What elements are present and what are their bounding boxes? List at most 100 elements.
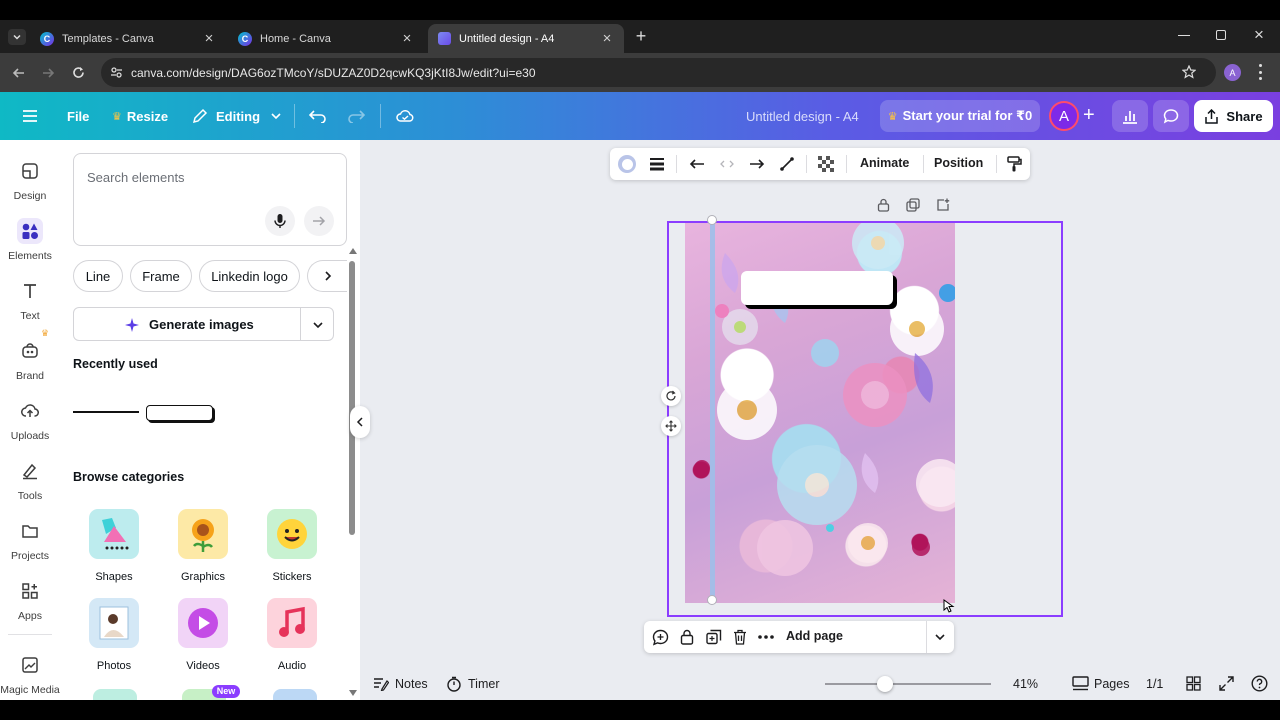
file-menu-button[interactable]: File bbox=[67, 92, 89, 140]
main-menu-button[interactable] bbox=[22, 92, 38, 140]
comments-button[interactable] bbox=[1153, 100, 1189, 132]
rail-item-tools[interactable]: Tools bbox=[0, 458, 60, 514]
tab-list-button[interactable] bbox=[8, 29, 26, 45]
editing-mode-button[interactable]: Editing bbox=[192, 92, 282, 140]
copy-style-button[interactable] bbox=[1004, 154, 1024, 174]
category-photos[interactable]: Photos bbox=[74, 594, 154, 680]
duplicate-button[interactable] bbox=[704, 627, 724, 647]
scroll-up-arrow-icon[interactable] bbox=[349, 248, 357, 254]
rail-item-brand[interactable]: Brand ♛ bbox=[0, 328, 60, 394]
panel-scrollbar-track[interactable] bbox=[349, 248, 357, 698]
line-type-button[interactable] bbox=[777, 154, 797, 174]
url-field[interactable]: canva.com/design/DAG6ozTMcoY/sDUZAZ0D2qc… bbox=[101, 58, 1216, 87]
browser-menu-icon[interactable] bbox=[1259, 64, 1263, 80]
chevron-down-icon[interactable] bbox=[312, 319, 324, 331]
line-weight-button[interactable] bbox=[647, 154, 667, 174]
close-icon[interactable]: × bbox=[600, 31, 614, 46]
browser-tab-active[interactable]: Untitled design - A4 × bbox=[428, 24, 624, 53]
undo-button[interactable] bbox=[309, 92, 327, 140]
rail-item-apps[interactable]: Apps bbox=[0, 578, 60, 634]
chips-scroll-right-button[interactable] bbox=[307, 260, 347, 292]
line-color-button[interactable] bbox=[617, 154, 637, 174]
back-arrow-icon[interactable] bbox=[12, 66, 26, 80]
user-avatar[interactable]: A bbox=[1049, 101, 1079, 131]
page-count[interactable]: 1/1 bbox=[1146, 677, 1163, 691]
fullscreen-icon[interactable] bbox=[1219, 676, 1234, 691]
search-submit-button[interactable] bbox=[304, 206, 334, 236]
site-settings-icon[interactable] bbox=[110, 66, 123, 79]
rail-item-projects[interactable]: Projects bbox=[0, 518, 60, 574]
next-category-thumbnail[interactable] bbox=[93, 689, 137, 700]
invite-button[interactable]: + bbox=[1083, 104, 1095, 126]
duplicate-page-button[interactable] bbox=[905, 197, 921, 213]
pages-button[interactable]: Pages bbox=[1094, 677, 1129, 691]
grid-view-icon[interactable] bbox=[1186, 676, 1201, 691]
notes-icon[interactable] bbox=[373, 677, 389, 691]
white-text-box-shape[interactable] bbox=[741, 271, 893, 305]
help-icon[interactable] bbox=[1251, 675, 1268, 692]
rail-item-design[interactable]: Design bbox=[0, 158, 60, 214]
category-graphics[interactable]: Graphics bbox=[163, 505, 243, 591]
minimize-button[interactable] bbox=[1178, 35, 1190, 36]
lock-page-button[interactable] bbox=[875, 197, 891, 213]
suggestion-chip[interactable]: Line bbox=[73, 260, 123, 292]
add-comment-button[interactable] bbox=[650, 627, 670, 647]
share-button[interactable]: Share bbox=[1194, 100, 1273, 132]
next-category-thumbnail[interactable] bbox=[273, 689, 317, 700]
close-icon[interactable]: × bbox=[202, 31, 216, 46]
bookmark-star-icon[interactable] bbox=[1182, 65, 1196, 79]
line-start-button[interactable] bbox=[687, 154, 707, 174]
resize-button[interactable]: ♛ Resize bbox=[112, 92, 168, 140]
rotate-handle[interactable] bbox=[661, 386, 681, 406]
forward-arrow-icon[interactable] bbox=[41, 66, 55, 80]
category-stickers[interactable]: Stickers bbox=[252, 505, 332, 591]
browser-tab[interactable]: C Templates - Canva × bbox=[30, 24, 226, 53]
timer-button[interactable]: Timer bbox=[468, 677, 499, 691]
voice-search-button[interactable] bbox=[265, 206, 295, 236]
browser-tab[interactable]: C Home - Canva × bbox=[228, 24, 424, 53]
zoom-slider-handle[interactable] bbox=[877, 676, 893, 692]
rail-item-text[interactable]: Text bbox=[0, 278, 60, 334]
profile-avatar[interactable]: A bbox=[1224, 64, 1241, 81]
reload-icon[interactable] bbox=[71, 65, 86, 80]
zoom-level[interactable]: 41% bbox=[1013, 677, 1038, 691]
insights-button[interactable] bbox=[1112, 100, 1148, 132]
close-icon[interactable]: × bbox=[400, 31, 414, 46]
line-start-handle[interactable] bbox=[707, 215, 717, 225]
search-elements-field[interactable]: Search elements bbox=[73, 153, 347, 246]
category-videos[interactable]: Videos bbox=[163, 594, 243, 680]
move-handle[interactable] bbox=[661, 416, 681, 436]
redo-button[interactable] bbox=[347, 92, 365, 140]
swap-ends-button[interactable] bbox=[717, 154, 737, 174]
selected-line-element[interactable] bbox=[710, 220, 715, 600]
pages-icon[interactable] bbox=[1072, 676, 1089, 692]
add-page-button[interactable]: Add page bbox=[786, 629, 843, 643]
close-window-button[interactable]: × bbox=[1254, 26, 1264, 43]
document-title[interactable]: Untitled design - A4 bbox=[746, 92, 859, 140]
rail-item-elements[interactable]: Elements bbox=[0, 218, 60, 274]
suggestion-chip[interactable]: Linkedin logo bbox=[199, 260, 300, 292]
category-audio[interactable]: Audio bbox=[252, 594, 332, 680]
category-shapes[interactable]: Shapes bbox=[74, 505, 154, 591]
add-page-dropdown-button[interactable] bbox=[930, 627, 950, 647]
zoom-slider-track[interactable] bbox=[825, 683, 991, 685]
timer-icon[interactable] bbox=[446, 676, 462, 692]
line-end-handle[interactable] bbox=[707, 595, 717, 605]
suggestion-chip[interactable]: Frame bbox=[130, 260, 192, 292]
transparency-button[interactable] bbox=[816, 154, 836, 174]
notes-button[interactable]: Notes bbox=[395, 677, 428, 691]
more-options-button[interactable] bbox=[756, 627, 776, 647]
lock-button[interactable] bbox=[677, 627, 697, 647]
animate-button[interactable]: Animate bbox=[860, 156, 909, 170]
scroll-down-arrow-icon[interactable] bbox=[349, 690, 357, 696]
collapse-panel-button[interactable] bbox=[350, 406, 370, 438]
rail-item-uploads[interactable]: Uploads bbox=[0, 398, 60, 454]
recent-line-element[interactable] bbox=[73, 411, 139, 413]
line-end-button[interactable] bbox=[747, 154, 767, 174]
restore-button[interactable] bbox=[1216, 30, 1226, 40]
start-trial-button[interactable]: ♛ Start your trial for ₹0 bbox=[880, 100, 1040, 132]
add-page-above-button[interactable] bbox=[935, 197, 951, 213]
panel-scrollbar-thumb[interactable] bbox=[349, 261, 355, 535]
recent-box-element[interactable] bbox=[146, 405, 213, 421]
delete-button[interactable] bbox=[730, 627, 750, 647]
